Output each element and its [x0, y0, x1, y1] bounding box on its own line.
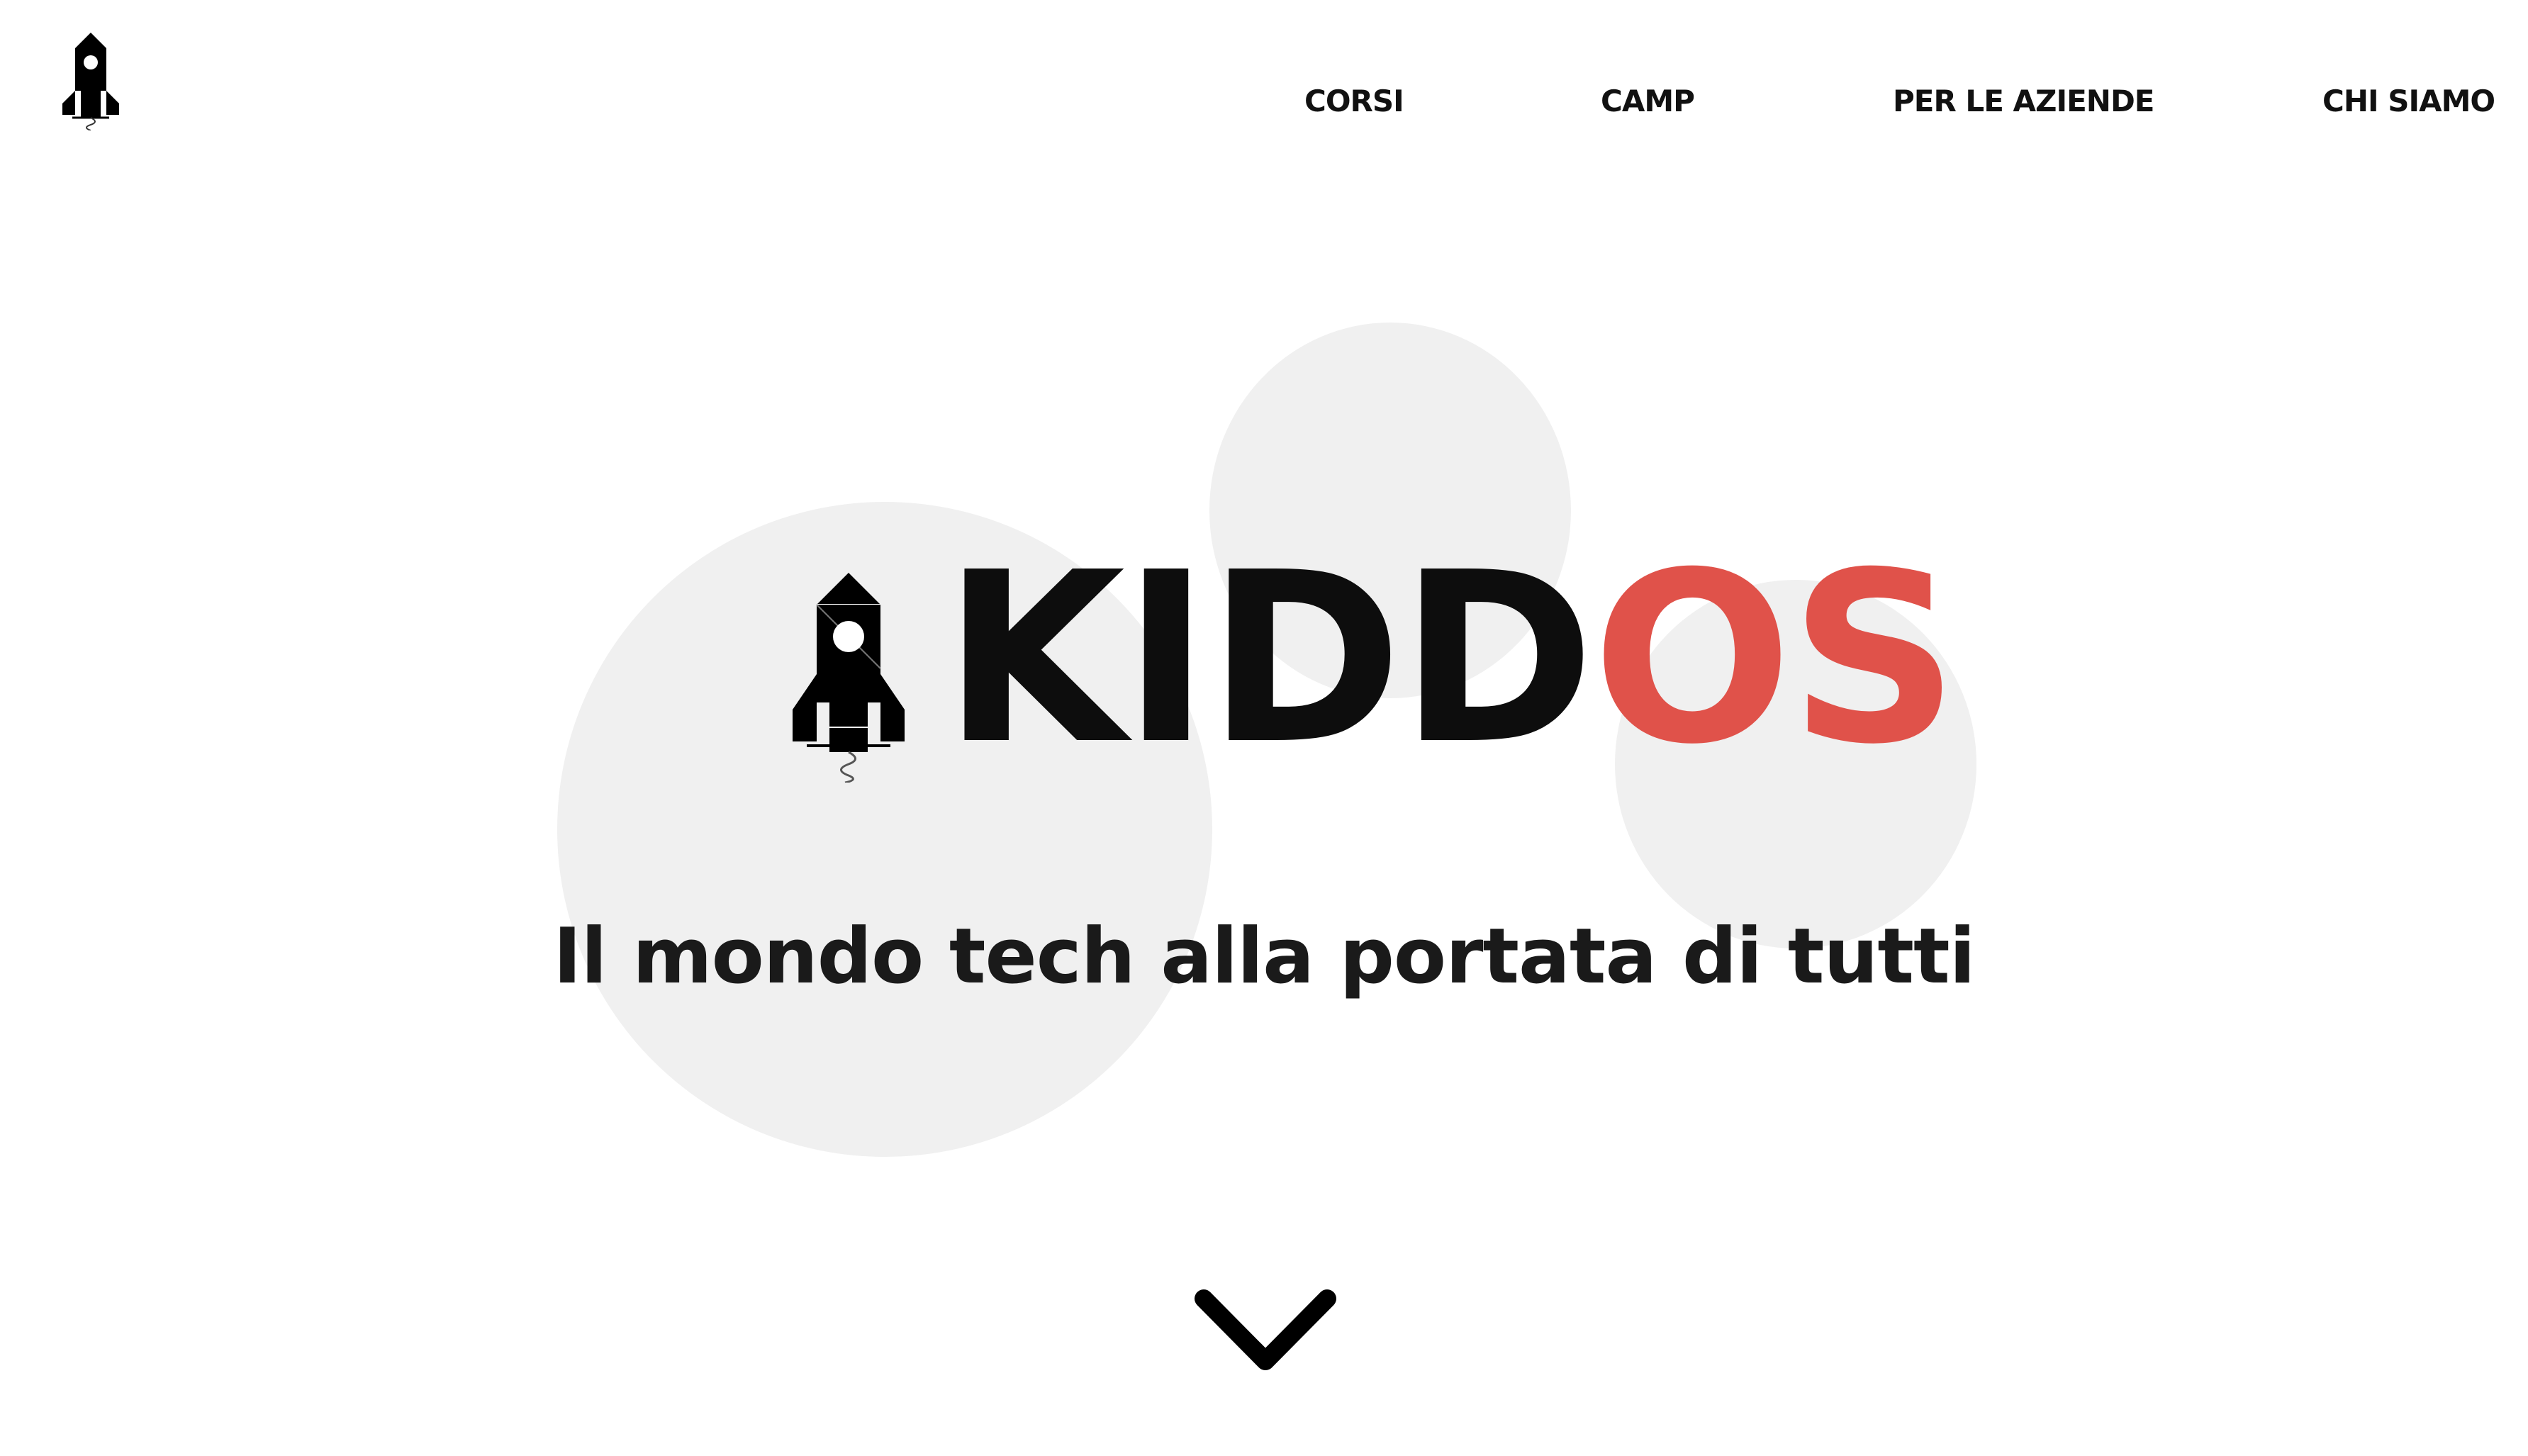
hero-rocket-logo [793, 571, 905, 784]
nav-item-camp[interactable]: CAMP [1601, 77, 1695, 126]
brand-wordmark: KIDDOS [943, 542, 1959, 777]
hero-tagline: Il mondo tech alla portata di tutti [553, 912, 1975, 1001]
scroll-down-button[interactable] [1191, 1283, 1340, 1382]
nav-item-chi-siamo[interactable]: CHI SIAMO [2322, 77, 2495, 126]
chevron-down-icon [1195, 1289, 1336, 1370]
nav-item-corsi[interactable]: CORSI [1304, 77, 1404, 126]
page: CORSI CAMP PER LE AZIENDE CHI SIAMO KIDD… [0, 0, 2528, 1456]
nav-item-per-le-aziende[interactable]: PER LE AZIENDE [1893, 77, 2154, 126]
rocket-icon [793, 573, 905, 784]
main-nav: CORSI CAMP PER LE AZIENDE CHI SIAMO [0, 77, 2528, 126]
brand-wordmark-os: OS [1592, 522, 1959, 796]
brand-wordmark-kidd: KIDD [943, 522, 1595, 796]
